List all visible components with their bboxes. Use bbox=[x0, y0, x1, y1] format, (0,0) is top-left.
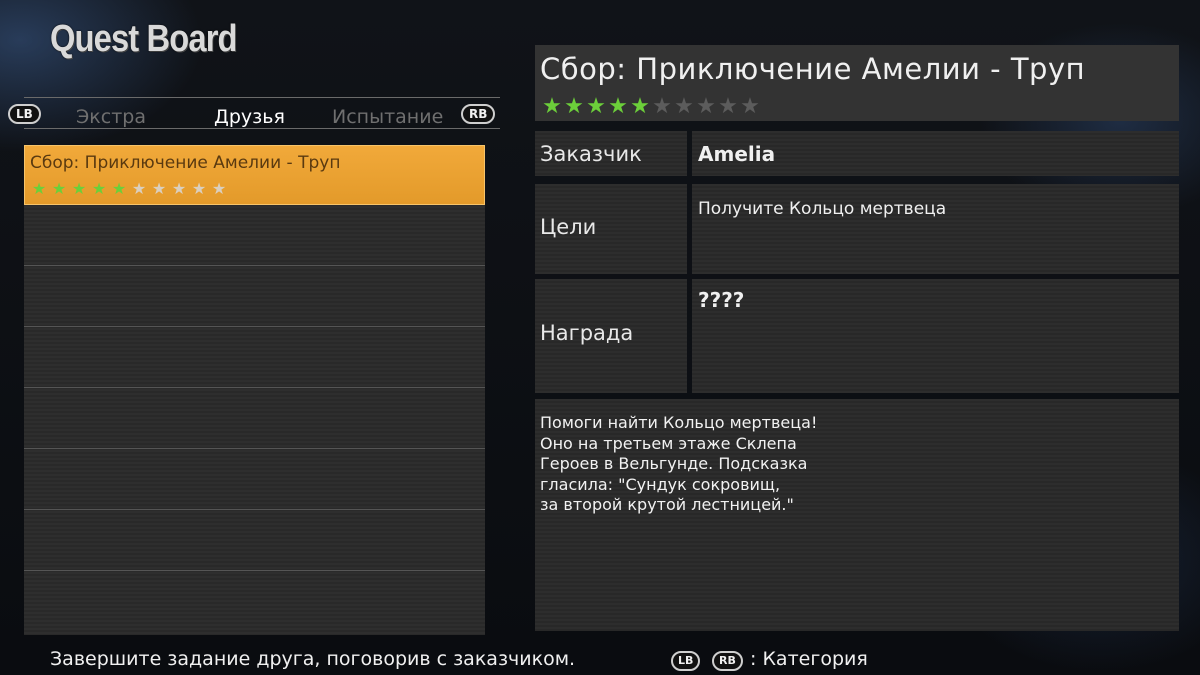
quest-list-empty-row[interactable] bbox=[24, 511, 485, 571]
lb-button-icon[interactable]: LB bbox=[8, 104, 41, 124]
quest-list-empty-row[interactable] bbox=[24, 206, 485, 266]
footer-category-hint: : Категория bbox=[750, 648, 868, 670]
difficulty-stars: ★ ★ ★ ★ ★ ★ ★ ★ ★ ★ bbox=[29, 179, 229, 198]
star-filled-icon: ★ bbox=[630, 94, 650, 119]
reward-label: Награда bbox=[540, 321, 634, 345]
tab-friends[interactable]: Друзья bbox=[214, 106, 285, 128]
star-empty-icon: ★ bbox=[718, 94, 738, 119]
star-filled-icon: ★ bbox=[586, 94, 606, 119]
star-filled-icon: ★ bbox=[608, 94, 628, 119]
footer-hint: Завершите задание друга, поговорив с зак… bbox=[50, 648, 576, 670]
reward-value-cell bbox=[692, 279, 1179, 393]
quest-description: Помоги найти Кольцо мертвеца! Оно на тре… bbox=[540, 413, 818, 514]
star-empty-icon: ★ bbox=[131, 179, 147, 198]
tab-trial[interactable]: Испытание bbox=[332, 106, 443, 128]
star-empty-icon: ★ bbox=[674, 94, 694, 119]
rb-button-icon: RB bbox=[712, 651, 743, 671]
tab-extra[interactable]: Экстра bbox=[76, 106, 146, 128]
star-filled-icon: ★ bbox=[111, 179, 127, 198]
client-label: Заказчик bbox=[540, 142, 642, 166]
quest-detail-difficulty-stars: ★ ★ ★ ★ ★ ★ ★ ★ ★ ★ bbox=[541, 94, 761, 119]
star-empty-icon: ★ bbox=[171, 179, 187, 198]
quest-detail-name: Сбор: Приключение Амелии - Труп bbox=[540, 52, 1086, 86]
star-filled-icon: ★ bbox=[51, 179, 67, 198]
page-title: Quest Board bbox=[50, 18, 238, 60]
star-filled-icon: ★ bbox=[71, 179, 87, 198]
client-value: Amelia bbox=[698, 142, 776, 166]
quest-list-empty-row[interactable] bbox=[24, 389, 485, 449]
star-empty-icon: ★ bbox=[211, 179, 227, 198]
star-empty-icon: ★ bbox=[191, 179, 207, 198]
lb-button-icon: LB bbox=[671, 651, 701, 671]
star-empty-icon: ★ bbox=[151, 179, 167, 198]
quest-list-empty-row[interactable] bbox=[24, 267, 485, 327]
star-empty-icon: ★ bbox=[652, 94, 672, 119]
goal-label: Цели bbox=[540, 215, 597, 239]
star-filled-icon: ★ bbox=[564, 94, 584, 119]
quest-list: Сбор: Приключение Амелии - Труп ★ ★ ★ ★ ★ ★ ★ ★… bbox=[24, 145, 485, 635]
quest-list-item[interactable]: Сбор: Приключение Амелии - Труп ★ ★ ★ ★ ★ ★ ★ ★… bbox=[24, 145, 485, 205]
quest-list-item-title: Сбор: Приключение Амелии - Труп bbox=[30, 153, 341, 173]
rb-button-icon[interactable]: RB bbox=[461, 104, 496, 124]
star-empty-icon: ★ bbox=[696, 94, 716, 119]
quest-list-empty-row[interactable] bbox=[24, 450, 485, 510]
reward-value: ???? bbox=[698, 288, 745, 312]
goal-value: Получите Кольцо мертвеца bbox=[698, 199, 947, 219]
goal-value-cell bbox=[692, 184, 1179, 274]
star-filled-icon: ★ bbox=[31, 179, 47, 198]
quest-list-empty-row[interactable] bbox=[24, 328, 485, 388]
star-filled-icon: ★ bbox=[542, 94, 562, 119]
star-empty-icon: ★ bbox=[740, 94, 760, 119]
star-filled-icon: ★ bbox=[91, 179, 107, 198]
quest-list-empty-row[interactable] bbox=[24, 572, 485, 635]
